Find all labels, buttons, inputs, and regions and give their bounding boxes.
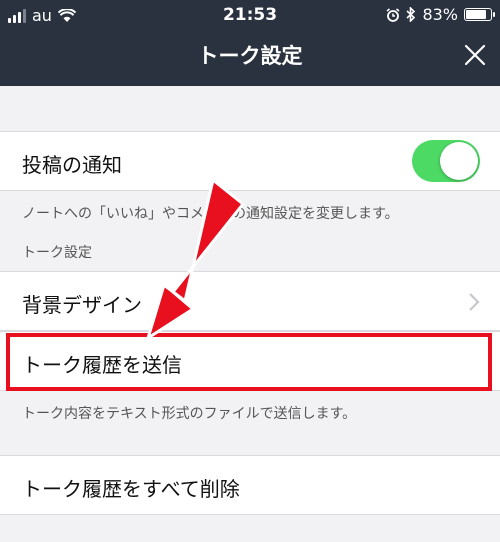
close-button[interactable] [460, 40, 490, 70]
post-notification-label: 投稿の通知 [22, 153, 122, 177]
close-icon [464, 44, 486, 66]
chevron-right-icon [469, 293, 480, 311]
background-design-label: 背景デザイン [22, 293, 142, 317]
page-title: トーク設定 [197, 44, 303, 68]
send-talk-history-row[interactable]: トーク履歴を送信 [0, 331, 500, 391]
toggle-knob [440, 142, 478, 180]
battery-icon [464, 8, 495, 21]
background-design-row[interactable]: 背景デザイン [0, 271, 500, 331]
post-notification-description: ノートへの「いいね」やコメントの通知設定を変更します。 [22, 206, 399, 222]
alarm-clock-icon [386, 7, 400, 22]
navigation-bar: au 21:53 83% トーク設定 [0, 0, 500, 86]
delete-all-talk-history-row[interactable]: トーク履歴をすべて削除 [0, 455, 500, 515]
battery-percentage: 83% [422, 5, 458, 24]
bluetooth-icon [406, 7, 416, 22]
talk-settings-section-header: トーク設定 [22, 245, 92, 261]
send-talk-history-description: トーク内容をテキスト形式のファイルで送信します。 [22, 406, 357, 422]
delete-all-talk-history-label: トーク履歴をすべて削除 [22, 477, 240, 501]
post-notification-toggle[interactable] [412, 140, 480, 182]
send-talk-history-label: トーク履歴を送信 [22, 353, 182, 377]
battery-fill [466, 10, 486, 19]
status-bar: au 21:53 83% [0, 0, 500, 30]
post-notification-row: 投稿の通知 [0, 131, 500, 191]
